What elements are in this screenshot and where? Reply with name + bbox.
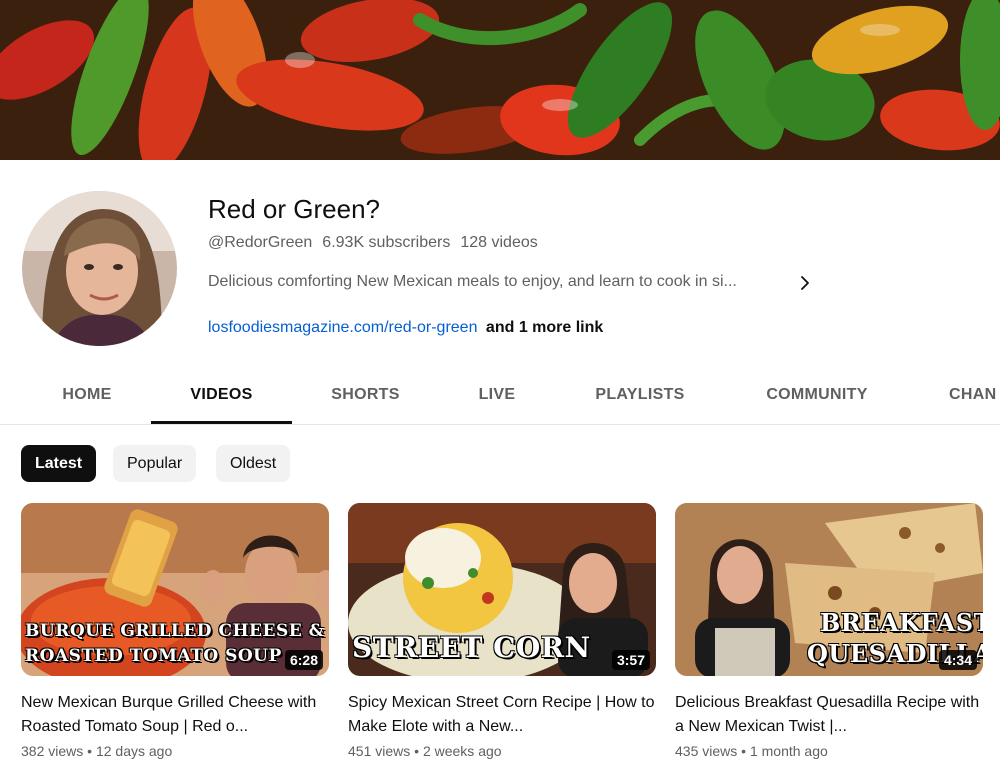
separator-dot: • bbox=[87, 743, 93, 759]
video-title[interactable]: Delicious Breakfast Quesadilla Recipe wi… bbox=[675, 691, 983, 739]
video-card[interactable]: STREET CORN 3:57 Spicy Mexican Street Co… bbox=[348, 503, 656, 759]
channel-name: Red or Green? bbox=[208, 194, 380, 224]
channel-description[interactable]: Delicious comforting New Mexican meals t… bbox=[208, 273, 788, 291]
thumbnail-caption-line1: BURQUE GRILLED CHEESE & bbox=[25, 621, 325, 641]
channel-link[interactable]: losfoodiesmagazine.com/red-or-green bbox=[208, 319, 477, 336]
view-count: 382 views bbox=[21, 743, 84, 759]
video-duration: 4:34 bbox=[938, 650, 977, 670]
tab-shorts[interactable]: SHORTS bbox=[300, 365, 431, 425]
upload-age: 2 weeks ago bbox=[422, 743, 502, 759]
tab-home[interactable]: HOME bbox=[22, 365, 152, 425]
thumbnail-caption-line2: ROASTED TOMATO SOUP bbox=[25, 646, 282, 666]
separator-dot: • bbox=[414, 743, 420, 759]
chevron-right-icon[interactable] bbox=[795, 272, 815, 294]
view-count: 435 views bbox=[675, 743, 738, 759]
channel-tabs: HOME VIDEOS SHORTS LIVE PLAYLISTS COMMUN… bbox=[0, 365, 1000, 425]
view-count: 451 views bbox=[348, 743, 411, 759]
video-thumbnail[interactable]: BURQUE GRILLED CHEESE & ROASTED TOMATO S… bbox=[21, 503, 329, 676]
subscriber-count: 6.93K subscribers bbox=[322, 234, 451, 251]
video-thumbnail[interactable]: BREAKFAST QUESADILLA 4:34 bbox=[675, 503, 983, 676]
video-duration: 3:57 bbox=[611, 650, 650, 670]
channel-links: losfoodiesmagazine.com/red-or-green and … bbox=[208, 319, 603, 337]
tab-channels[interactable]: CHAN bbox=[949, 365, 1000, 425]
video-duration: 6:28 bbox=[284, 650, 323, 670]
thumbnail-caption-line1: STREET CORN bbox=[352, 631, 591, 664]
tab-community[interactable]: COMMUNITY bbox=[735, 365, 899, 425]
filter-oldest[interactable]: Oldest bbox=[216, 445, 291, 482]
video-card[interactable]: BREAKFAST QUESADILLA 4:34 Delicious Brea… bbox=[675, 503, 983, 759]
upload-age: 1 month ago bbox=[749, 743, 828, 759]
video-stats: 382 views • 12 days ago bbox=[21, 743, 329, 759]
tab-live[interactable]: LIVE bbox=[440, 365, 554, 425]
filter-popular[interactable]: Popular bbox=[113, 445, 197, 482]
video-stats: 451 views • 2 weeks ago bbox=[348, 743, 656, 759]
separator-dot: • bbox=[741, 743, 747, 759]
video-card[interactable]: BURQUE GRILLED CHEESE & ROASTED TOMATO S… bbox=[21, 503, 329, 759]
channel-meta: @RedorGreen 6.93K subscribers 128 videos bbox=[208, 234, 538, 252]
channel-handle: @RedorGreen bbox=[208, 234, 313, 251]
video-thumbnail[interactable]: STREET CORN 3:57 bbox=[348, 503, 656, 676]
chili-peppers-banner-image bbox=[0, 0, 1000, 160]
channel-avatar[interactable] bbox=[22, 191, 177, 346]
video-stats: 435 views • 1 month ago bbox=[675, 743, 983, 759]
tab-videos[interactable]: VIDEOS bbox=[151, 365, 292, 425]
upload-age: 12 days ago bbox=[95, 743, 173, 759]
avatar-portrait-image bbox=[22, 191, 177, 346]
thumbnail-caption-line1: BREAKFAST bbox=[820, 608, 983, 637]
active-tab-indicator bbox=[151, 421, 292, 424]
video-title[interactable]: Spicy Mexican Street Corn Recipe | How t… bbox=[348, 691, 656, 739]
channel-banner bbox=[0, 0, 1000, 160]
video-count: 128 videos bbox=[460, 234, 538, 251]
video-title[interactable]: New Mexican Burque Grilled Cheese with R… bbox=[21, 691, 329, 739]
more-links-button[interactable]: and 1 more link bbox=[486, 319, 603, 336]
tab-playlists[interactable]: PLAYLISTS bbox=[570, 365, 710, 425]
filter-latest[interactable]: Latest bbox=[21, 445, 97, 482]
